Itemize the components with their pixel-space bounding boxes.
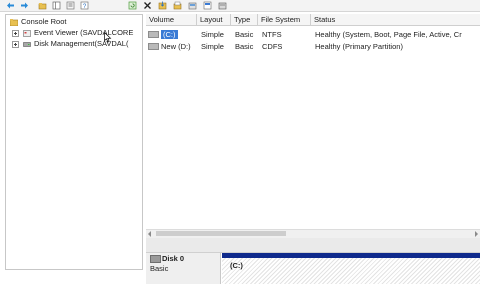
back-arrow-icon[interactable] <box>6 1 15 10</box>
new-icon[interactable] <box>188 1 197 10</box>
disk-label[interactable]: Disk 0 Basic <box>146 253 221 284</box>
volume-cell[interactable]: (C:) <box>148 29 196 40</box>
delete-icon[interactable] <box>143 1 152 10</box>
refresh-icon[interactable] <box>128 1 137 10</box>
tree-item-disk-management[interactable]: Disk Management(SAVDAL( <box>6 38 142 49</box>
disk-name: Disk 0 <box>162 254 185 263</box>
pane-splitter[interactable] <box>146 238 480 253</box>
file-system-cell: NTFS <box>262 30 282 39</box>
export-icon[interactable] <box>158 1 167 10</box>
volume-icon <box>148 43 159 50</box>
folder-icon <box>9 18 19 27</box>
partition-label: (C:) <box>230 261 243 270</box>
properties-icon[interactable] <box>66 1 75 10</box>
console-tree: Console Root Event Viewer (SAVDALCORE Di… <box>5 14 143 270</box>
type-cell: Basic <box>235 30 254 39</box>
event-viewer-icon <box>23 29 31 37</box>
disk-icon <box>150 255 161 263</box>
expand-icon[interactable] <box>12 30 19 37</box>
open-icon[interactable] <box>173 1 182 10</box>
mouse-cursor-icon <box>104 32 112 43</box>
format-icon[interactable] <box>218 1 227 10</box>
volume-name: New (D:) <box>161 42 191 51</box>
layout-cell: Simple <box>201 42 224 51</box>
expand-icon[interactable] <box>12 41 19 48</box>
tree-item-console-root[interactable]: Console Root <box>6 16 142 27</box>
volume-cell[interactable]: New (D:) <box>148 41 196 52</box>
scroll-left-icon[interactable] <box>148 231 151 237</box>
toolbar: ? <box>0 0 480 12</box>
column-header-status[interactable]: Status <box>311 14 480 26</box>
column-header-file-system[interactable]: File System <box>258 14 311 26</box>
volume-icon <box>148 31 159 38</box>
tree-item-label: Event Viewer (SAVDALCORE <box>34 28 134 37</box>
tree-item-event-viewer[interactable]: Event Viewer (SAVDALCORE <box>6 27 142 38</box>
tree-item-label: Disk Management(SAVDAL( <box>34 39 129 48</box>
show-hide-tree-icon[interactable] <box>52 1 61 10</box>
status-cell: Healthy (System, Boot, Page File, Active… <box>315 30 462 39</box>
status-cell: Healthy (Primary Partition) <box>315 42 403 51</box>
up-folder-icon[interactable] <box>38 1 47 10</box>
column-header-layout[interactable]: Layout <box>197 14 231 26</box>
horizontal-scrollbar[interactable] <box>146 229 480 238</box>
volume-name: (C:) <box>161 30 178 39</box>
volume-list-pane: Volume Layout Type File System Status (C… <box>146 14 480 284</box>
column-header-type[interactable]: Type <box>231 14 258 26</box>
scrollbar-thumb[interactable] <box>156 231 286 236</box>
scroll-right-icon[interactable] <box>475 231 478 237</box>
help-icon[interactable]: ? <box>80 1 89 10</box>
file-system-cell: CDFS <box>262 42 283 51</box>
disk-type: Basic <box>150 264 169 273</box>
column-header-volume[interactable]: Volume <box>146 14 197 26</box>
tree-item-label: Console Root <box>21 17 67 26</box>
disk-management-icon <box>23 40 31 47</box>
type-cell: Basic <box>235 42 254 51</box>
forward-arrow-icon[interactable] <box>20 1 29 10</box>
partition-block[interactable]: (C:) <box>222 258 480 284</box>
view-icon[interactable] <box>203 1 212 10</box>
layout-cell: Simple <box>201 30 224 39</box>
